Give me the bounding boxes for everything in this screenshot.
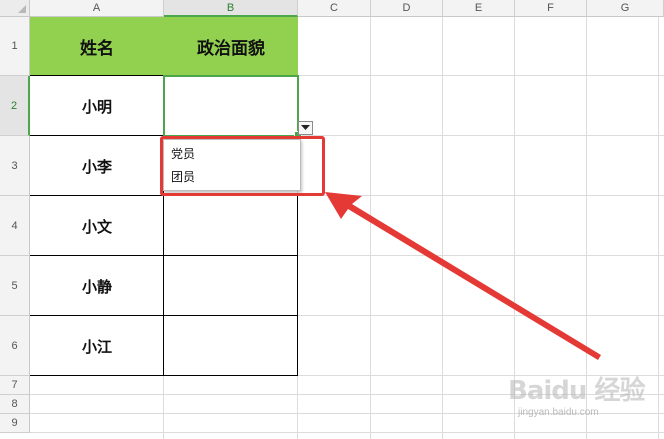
watermark-site: jingyan.baidu.com [518,407,599,418]
watermark-logo: Baidu 经验 [508,376,645,406]
baidu-jingyan-watermark: Baidu 经验 jingyan.baidu.com [508,370,658,436]
spreadsheet: A B C D E F G 1 2 3 4 5 6 7 8 9 姓名 政治面貌 … [0,0,664,439]
